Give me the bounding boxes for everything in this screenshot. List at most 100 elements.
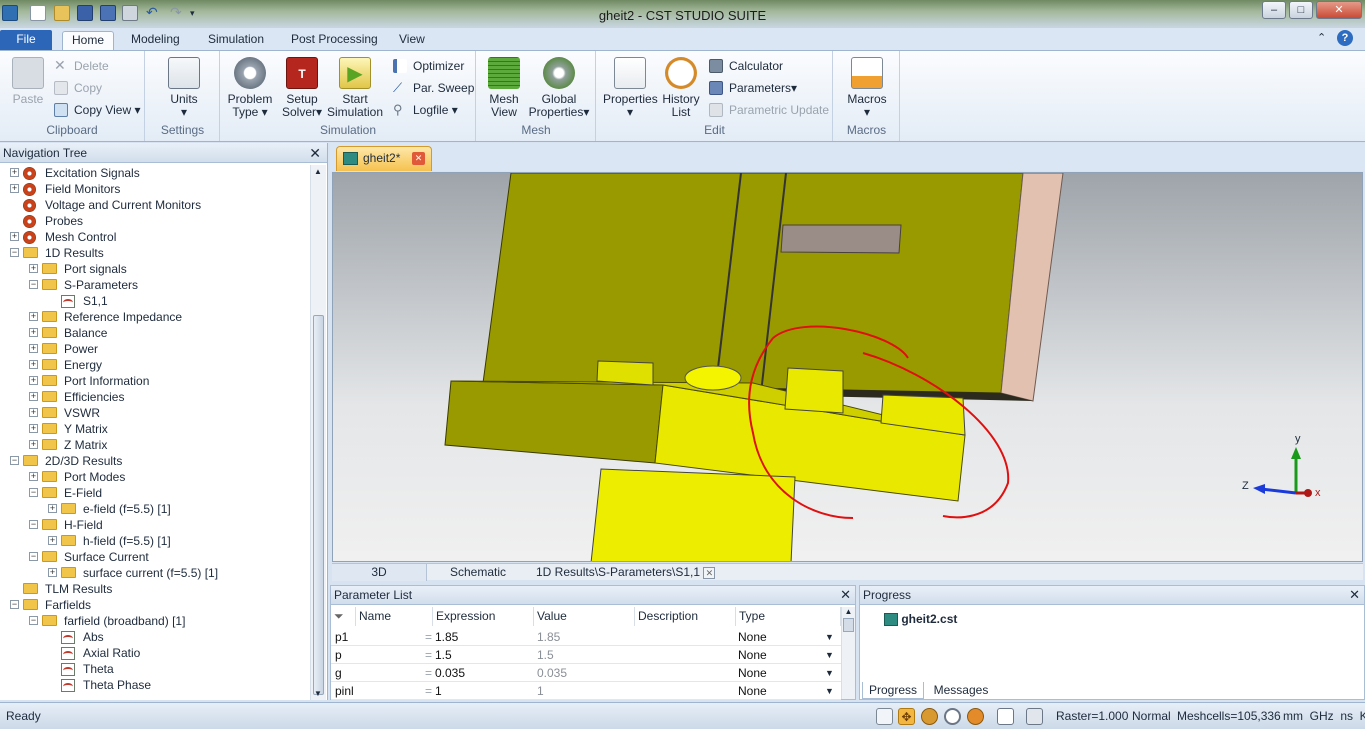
tree-item[interactable]: + Reference Impedance [0,309,308,325]
help-icon[interactable]: ? [1337,30,1353,46]
tree-item[interactable]: Probes [0,213,308,229]
param-expression[interactable]: 0.035 [435,664,465,682]
expand-icon[interactable]: + [29,344,38,353]
tree-item[interactable]: − E-Field [0,485,308,501]
chevron-down-icon[interactable]: ▼ [825,628,834,646]
tree-item[interactable]: + Efficiencies [0,389,308,405]
tree-item[interactable]: + Energy [0,357,308,373]
tree-item[interactable]: Axial Ratio [0,645,308,661]
close-tab-icon[interactable]: ✕ [703,567,716,579]
tab-gheit2[interactable]: gheit2* ✕ [336,146,432,171]
tree-item[interactable]: + Power [0,341,308,357]
expand-icon[interactable]: + [48,504,57,513]
expand-icon[interactable]: + [10,184,19,193]
param-name[interactable]: p1 [335,628,348,646]
param-type[interactable]: None [738,646,767,664]
expand-icon[interactable]: + [29,376,38,385]
collapse-icon[interactable]: − [10,600,19,609]
column-name[interactable]: Name [357,607,433,626]
close-button[interactable]: ✕ [1316,1,1362,19]
chevron-down-icon[interactable]: ▼ [825,646,834,664]
copy-view-button[interactable]: Copy View ▾ [54,101,141,119]
tree-item[interactable]: − 2D/3D Results [0,453,308,469]
tree-scrollbar[interactable]: ▲ ▼ [310,165,326,700]
problem-type-button[interactable]: Problem Type ▾ [227,57,273,119]
properties-button[interactable]: Properties ▾ [603,57,658,119]
rotate-icon[interactable] [921,708,938,725]
expand-icon[interactable]: + [10,168,19,177]
expand-icon[interactable]: + [29,312,38,321]
param-type[interactable]: None [738,664,767,682]
scrollbar-thumb[interactable] [313,315,324,695]
tree-item[interactable]: + Port Information [0,373,308,389]
chevron-down-icon[interactable]: ▼ [825,664,834,682]
param-expression[interactable]: 1.5 [435,646,452,664]
close-icon[interactable]: ✕ [1349,587,1360,603]
collapse-icon[interactable]: − [10,456,19,465]
expand-icon[interactable]: + [29,392,38,401]
expand-icon[interactable]: + [29,328,38,337]
macros-button[interactable]: Macros ▾ [844,57,890,119]
tree-item[interactable]: − 1D Results [0,245,308,261]
tab-post-processing[interactable]: Post Processing [283,31,386,50]
spin-icon[interactable] [967,708,984,725]
tree-item[interactable]: + surface current (f=5.5) [1] [0,565,308,581]
tree-item[interactable]: + Y Matrix [0,421,308,437]
close-icon[interactable]: ✕ [309,145,321,162]
parameter-row[interactable]: g 0.035 0.035 None = ▼ [331,664,841,682]
tree-item[interactable]: − farfield (broadband) [1] [0,613,308,629]
tree-item[interactable]: + VSWR [0,405,308,421]
column-type[interactable]: Type [737,607,841,626]
tab-simulation[interactable]: Simulation [200,31,272,50]
minimize-button[interactable]: – [1262,1,1286,19]
close-tab-icon[interactable]: ✕ [412,152,425,165]
delete-button[interactable]: ✕ Delete [54,57,109,75]
tree-item[interactable]: + Field Monitors [0,181,308,197]
scroll-down-icon[interactable]: ▼ [314,689,322,698]
expand-icon[interactable]: + [29,264,38,273]
tab-progress[interactable]: Progress [862,682,924,699]
tab-s11-result[interactable]: 1D Results\S-Parameters\S1,1 ✕ [536,564,716,581]
tab-3d[interactable]: 3D [332,564,427,581]
tree-item[interactable]: Theta Phase [0,677,308,693]
tree-item[interactable]: − H-Field [0,517,308,533]
tree-item[interactable]: + h-field (f=5.5) [1] [0,533,308,549]
tree-item[interactable]: TLM Results [0,581,308,597]
expand-icon[interactable]: + [10,232,19,241]
close-icon[interactable]: ✕ [840,587,851,603]
setup-solver-button[interactable]: T Setup Solver▾ [279,57,325,119]
param-name[interactable]: pinl [335,682,354,700]
zoom-fit-icon[interactable] [876,708,893,725]
parametric-update-button[interactable]: Parametric Update [709,101,829,119]
maximize-button[interactable]: □ [1289,1,1313,19]
tab-view[interactable]: View [391,31,433,50]
expand-icon[interactable]: + [29,360,38,369]
parameters-button[interactable]: Parameters▾ [709,79,797,97]
param-expression[interactable]: 1.85 [435,628,458,646]
params-scrollbar[interactable]: ▲ [841,607,855,699]
view-cube-icon[interactable] [1026,708,1043,725]
tab-modeling[interactable]: Modeling [123,31,188,50]
tree-item[interactable]: Theta [0,661,308,677]
expand-icon[interactable]: + [29,440,38,449]
param-name[interactable]: g [335,664,342,682]
chevron-down-icon[interactable]: ▼ [825,682,834,700]
optimizer-button[interactable]: Optimizer [393,57,464,75]
3d-viewport[interactable]: y z x [332,172,1363,562]
tree-item[interactable]: S1,1 [0,293,308,309]
collapse-icon[interactable]: − [10,248,19,257]
tree-item[interactable]: Abs [0,629,308,645]
scroll-up-icon[interactable]: ▲ [314,167,322,176]
tree-item[interactable]: + Excitation Signals [0,165,308,181]
parameter-row[interactable]: pinl 1 1 None = ▼ [331,682,841,700]
ribbon-minimize-icon[interactable]: ⌃ [1317,31,1326,44]
tree-item[interactable]: + Z Matrix [0,437,308,453]
tree-item[interactable]: + Mesh Control [0,229,308,245]
collapse-icon[interactable]: − [29,488,38,497]
tree-item[interactable]: − Farfields [0,597,308,613]
expand-icon[interactable]: + [29,472,38,481]
paste-button[interactable]: Paste [8,57,48,106]
tab-schematic[interactable]: Schematic [428,564,528,581]
filter-icon[interactable]: ⏷ [334,607,356,626]
parameter-row[interactable]: p1 1.85 1.85 None = ▼ [331,628,841,646]
